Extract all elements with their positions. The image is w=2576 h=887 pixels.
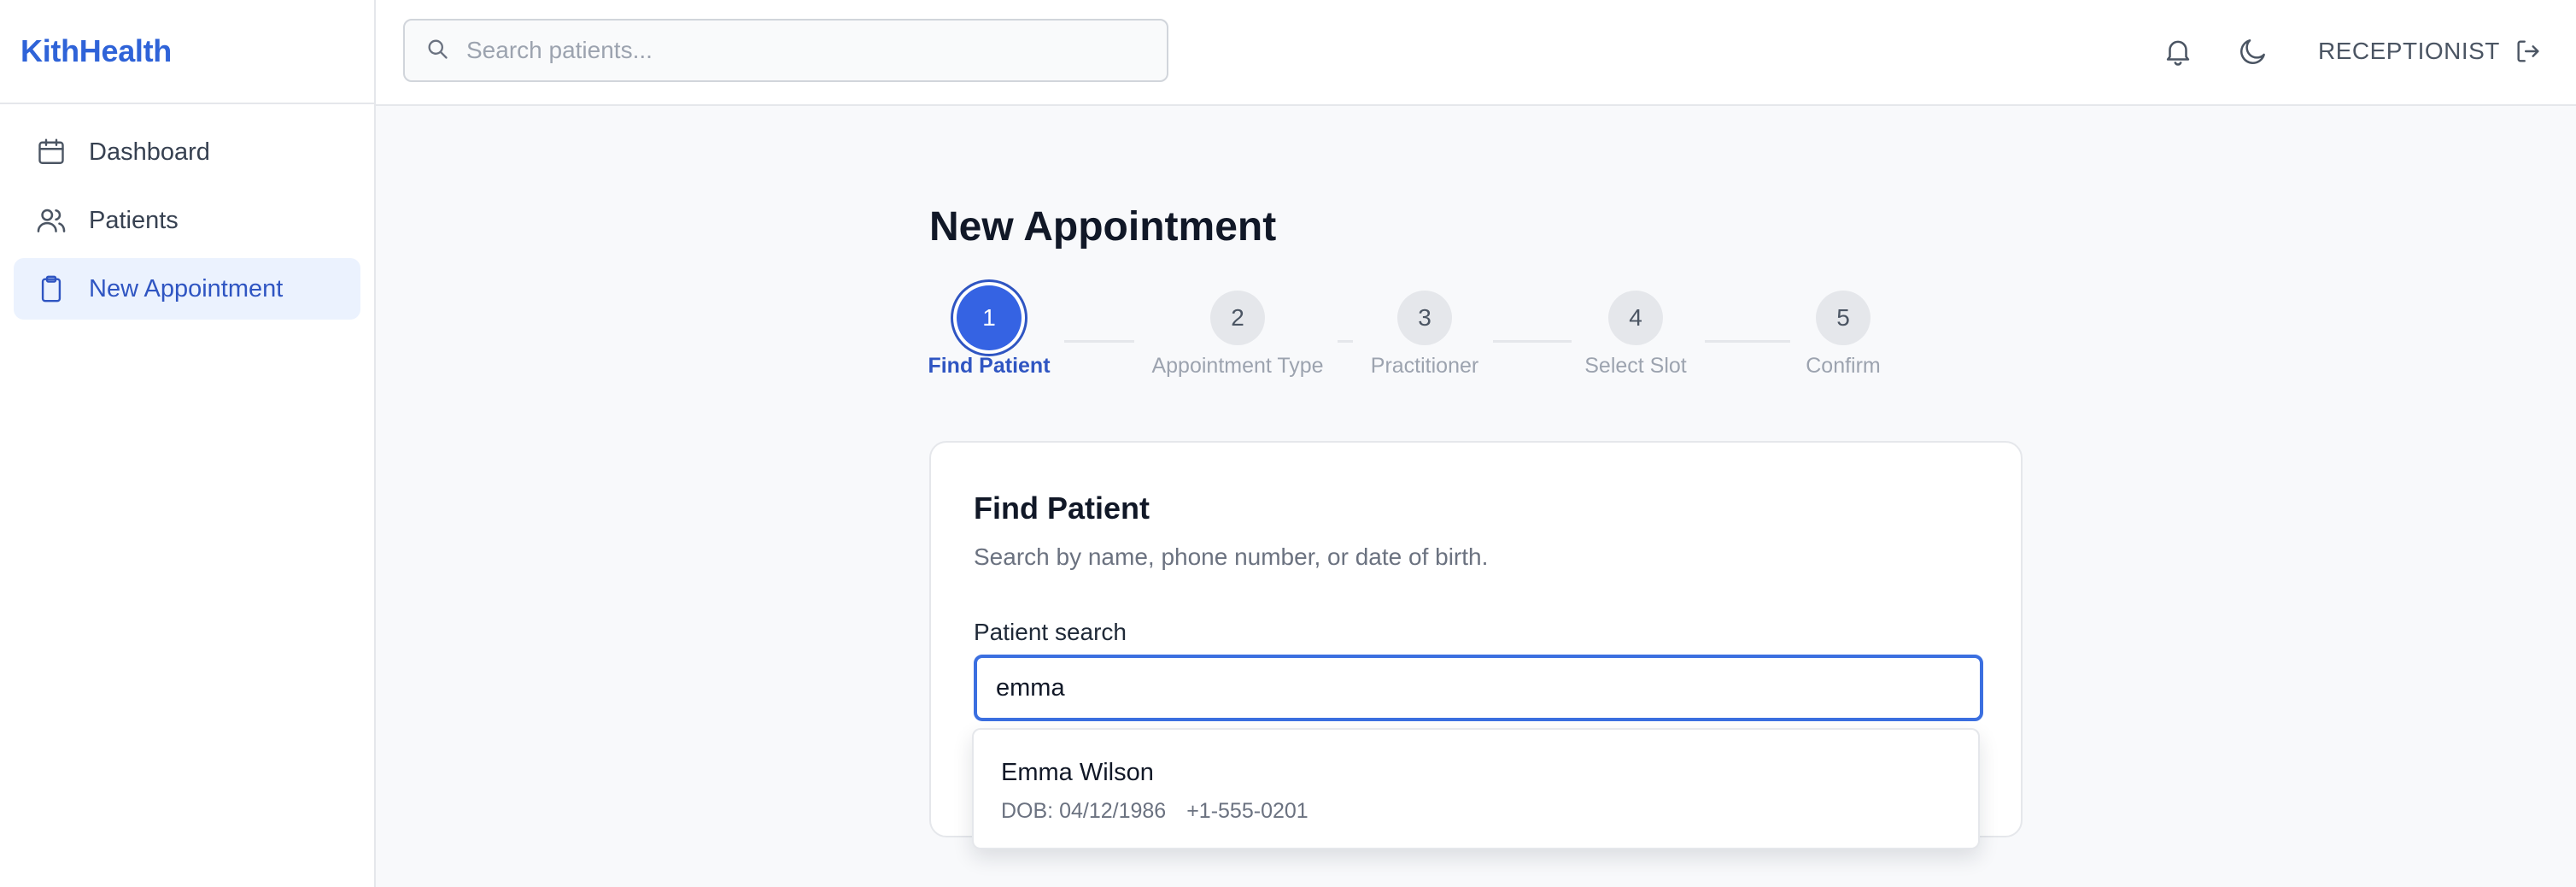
user-role: RECEPTIONIST <box>2318 32 2543 70</box>
step-number: 4 <box>1608 291 1663 345</box>
step-label: Confirm <box>1806 354 1881 378</box>
logout-icon[interactable] <box>2514 37 2543 66</box>
step-connector <box>1493 340 1572 343</box>
sidebar-item-dashboard[interactable]: Dashboard <box>14 121 360 183</box>
moon-icon[interactable] <box>2234 32 2272 70</box>
top-header: RECEPTIONIST <box>376 0 2576 106</box>
step-select-slot[interactable]: 4 Select Slot <box>1580 291 1691 379</box>
appointment-stepper: 1 Find Patient 2 Appointment Type 3 Prac… <box>928 285 1886 385</box>
step-label: Select Slot <box>1584 354 1687 378</box>
card-title: Find Patient <box>974 490 1150 526</box>
app-root: KithHealth Dashboard Patients New Appoin… <box>0 0 2576 887</box>
calendar-icon <box>34 135 68 169</box>
step-number: 1 <box>957 285 1022 350</box>
step-confirm[interactable]: 5 Confirm <box>1800 291 1886 379</box>
patient-name: Emma Wilson <box>1001 759 1154 786</box>
step-label: Find Patient <box>928 354 1051 378</box>
sidebar-item-patients[interactable]: Patients <box>14 190 360 251</box>
step-number: 3 <box>1397 291 1452 345</box>
step-find-patient[interactable]: 1 Find Patient <box>928 285 1051 379</box>
step-connector <box>1705 340 1790 343</box>
sidebar-item-new-appointment[interactable]: New Appointment <box>14 258 360 320</box>
global-search[interactable] <box>403 19 1168 82</box>
card-subtitle: Search by name, phone number, or date of… <box>974 543 1489 570</box>
sidebar-item-label: Dashboard <box>89 138 210 166</box>
step-label: Practitioner <box>1370 354 1479 378</box>
step-number: 2 <box>1210 291 1265 345</box>
patient-search-input[interactable] <box>996 673 1980 702</box>
sidebar: KithHealth Dashboard Patients New Appoin… <box>0 0 376 887</box>
patient-result-item[interactable]: Emma Wilson DOB: 04/12/1986 +1-555-0201 <box>974 730 1978 848</box>
role-label: RECEPTIONIST <box>2318 38 2500 64</box>
clipboard-icon <box>34 272 68 306</box>
search-input[interactable] <box>466 25 1167 76</box>
patient-search-label: Patient search <box>974 619 1127 645</box>
page-title: New Appointment <box>929 204 1277 250</box>
step-practitioner[interactable]: 3 Practitioner <box>1367 291 1483 379</box>
sidebar-item-label: New Appointment <box>89 274 284 303</box>
step-connector <box>1064 340 1134 343</box>
patient-search-field[interactable] <box>974 655 1983 721</box>
step-appointment-type[interactable]: 2 Appointment Type <box>1148 291 1327 379</box>
step-label: Appointment Type <box>1151 354 1324 378</box>
step-connector <box>1338 340 1353 343</box>
sidebar-item-label: Patients <box>89 206 179 234</box>
search-icon <box>425 37 449 65</box>
patient-dob: DOB: 04/12/1986 <box>1001 799 1167 823</box>
brand-logo[interactable]: KithHealth <box>0 0 374 104</box>
patient-meta: DOB: 04/12/1986 +1-555-0201 <box>1001 799 1978 824</box>
patient-results-dropdown: Emma Wilson DOB: 04/12/1986 +1-555-0201 <box>972 728 1980 849</box>
users-icon <box>34 203 68 238</box>
sidebar-nav: Dashboard Patients New Appointment <box>0 104 374 344</box>
bell-icon[interactable] <box>2159 32 2197 70</box>
patient-phone: +1-555-0201 <box>1186 799 1308 823</box>
step-number: 5 <box>1816 291 1871 345</box>
